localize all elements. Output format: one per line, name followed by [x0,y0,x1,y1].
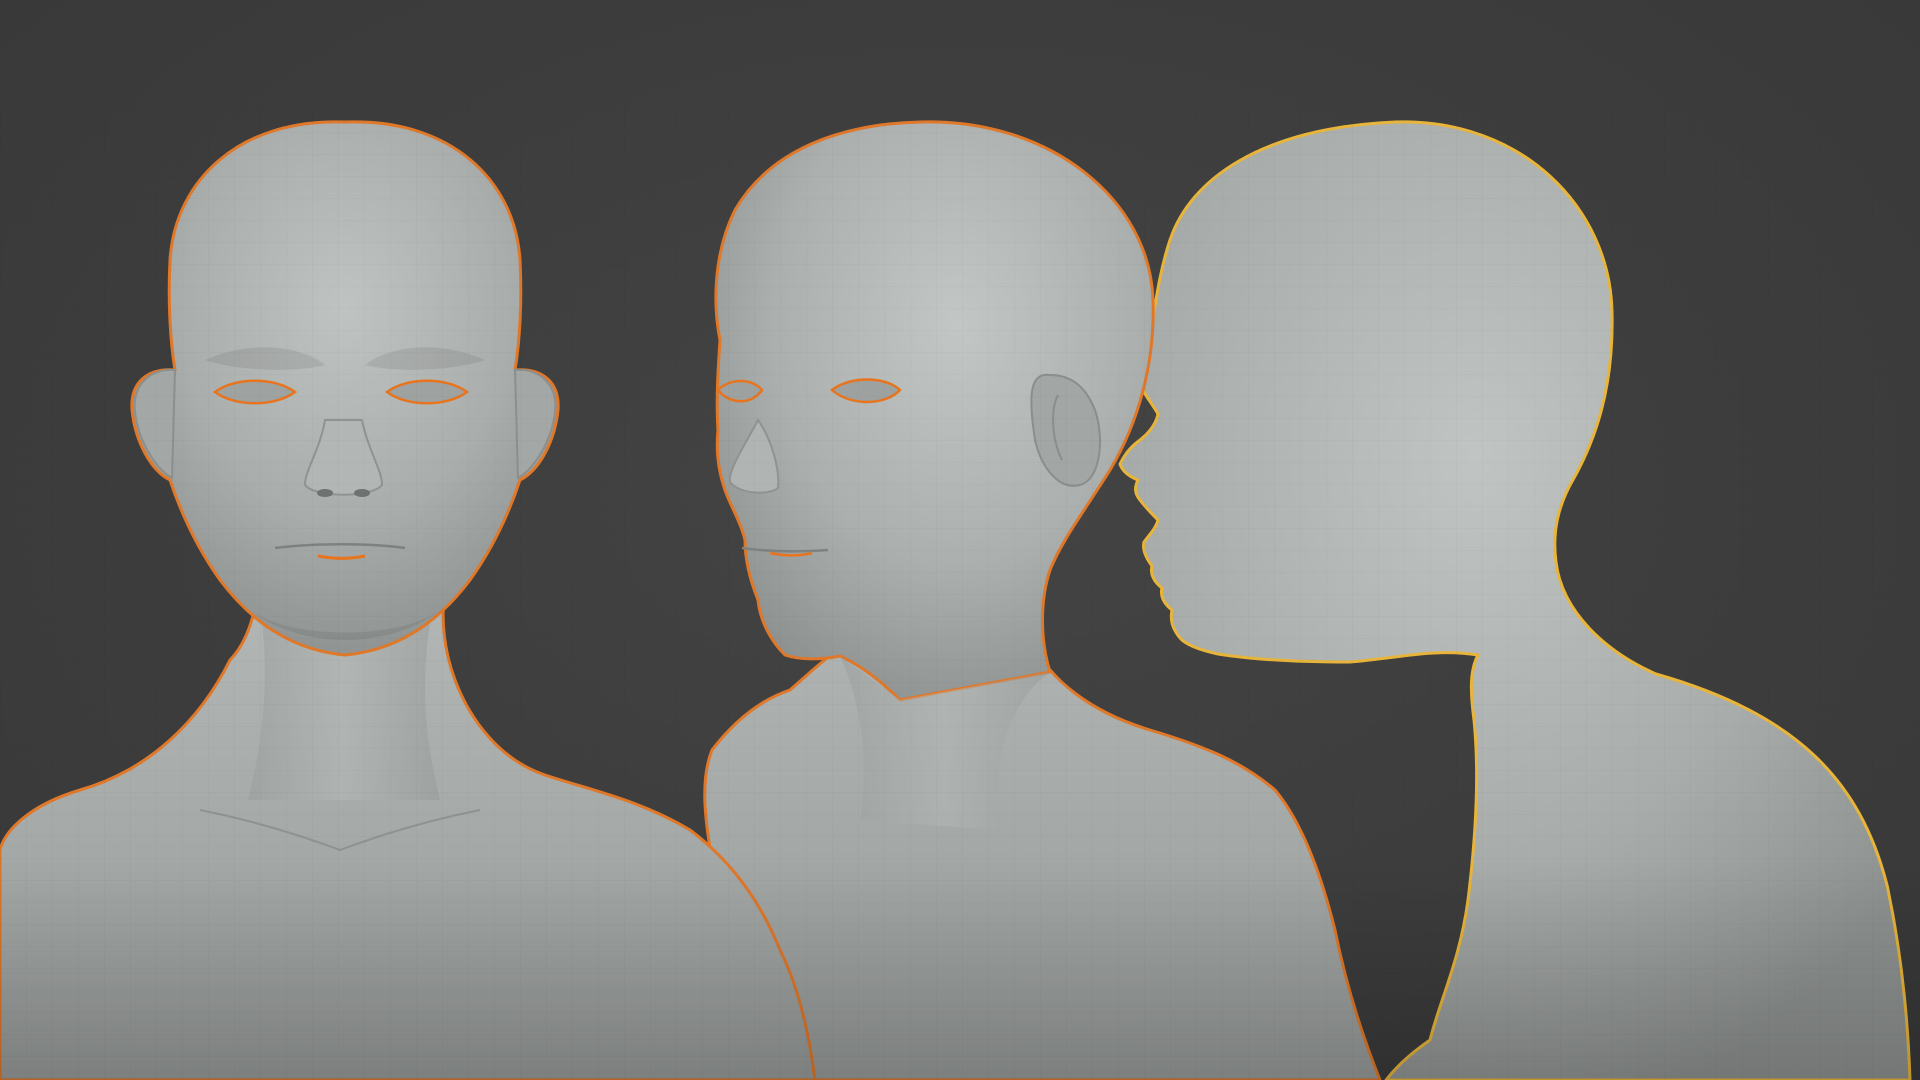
bottom-vignette [0,860,1920,1080]
3d-viewport[interactable] [0,0,1920,1080]
viewport-scene[interactable] [0,0,1920,1080]
